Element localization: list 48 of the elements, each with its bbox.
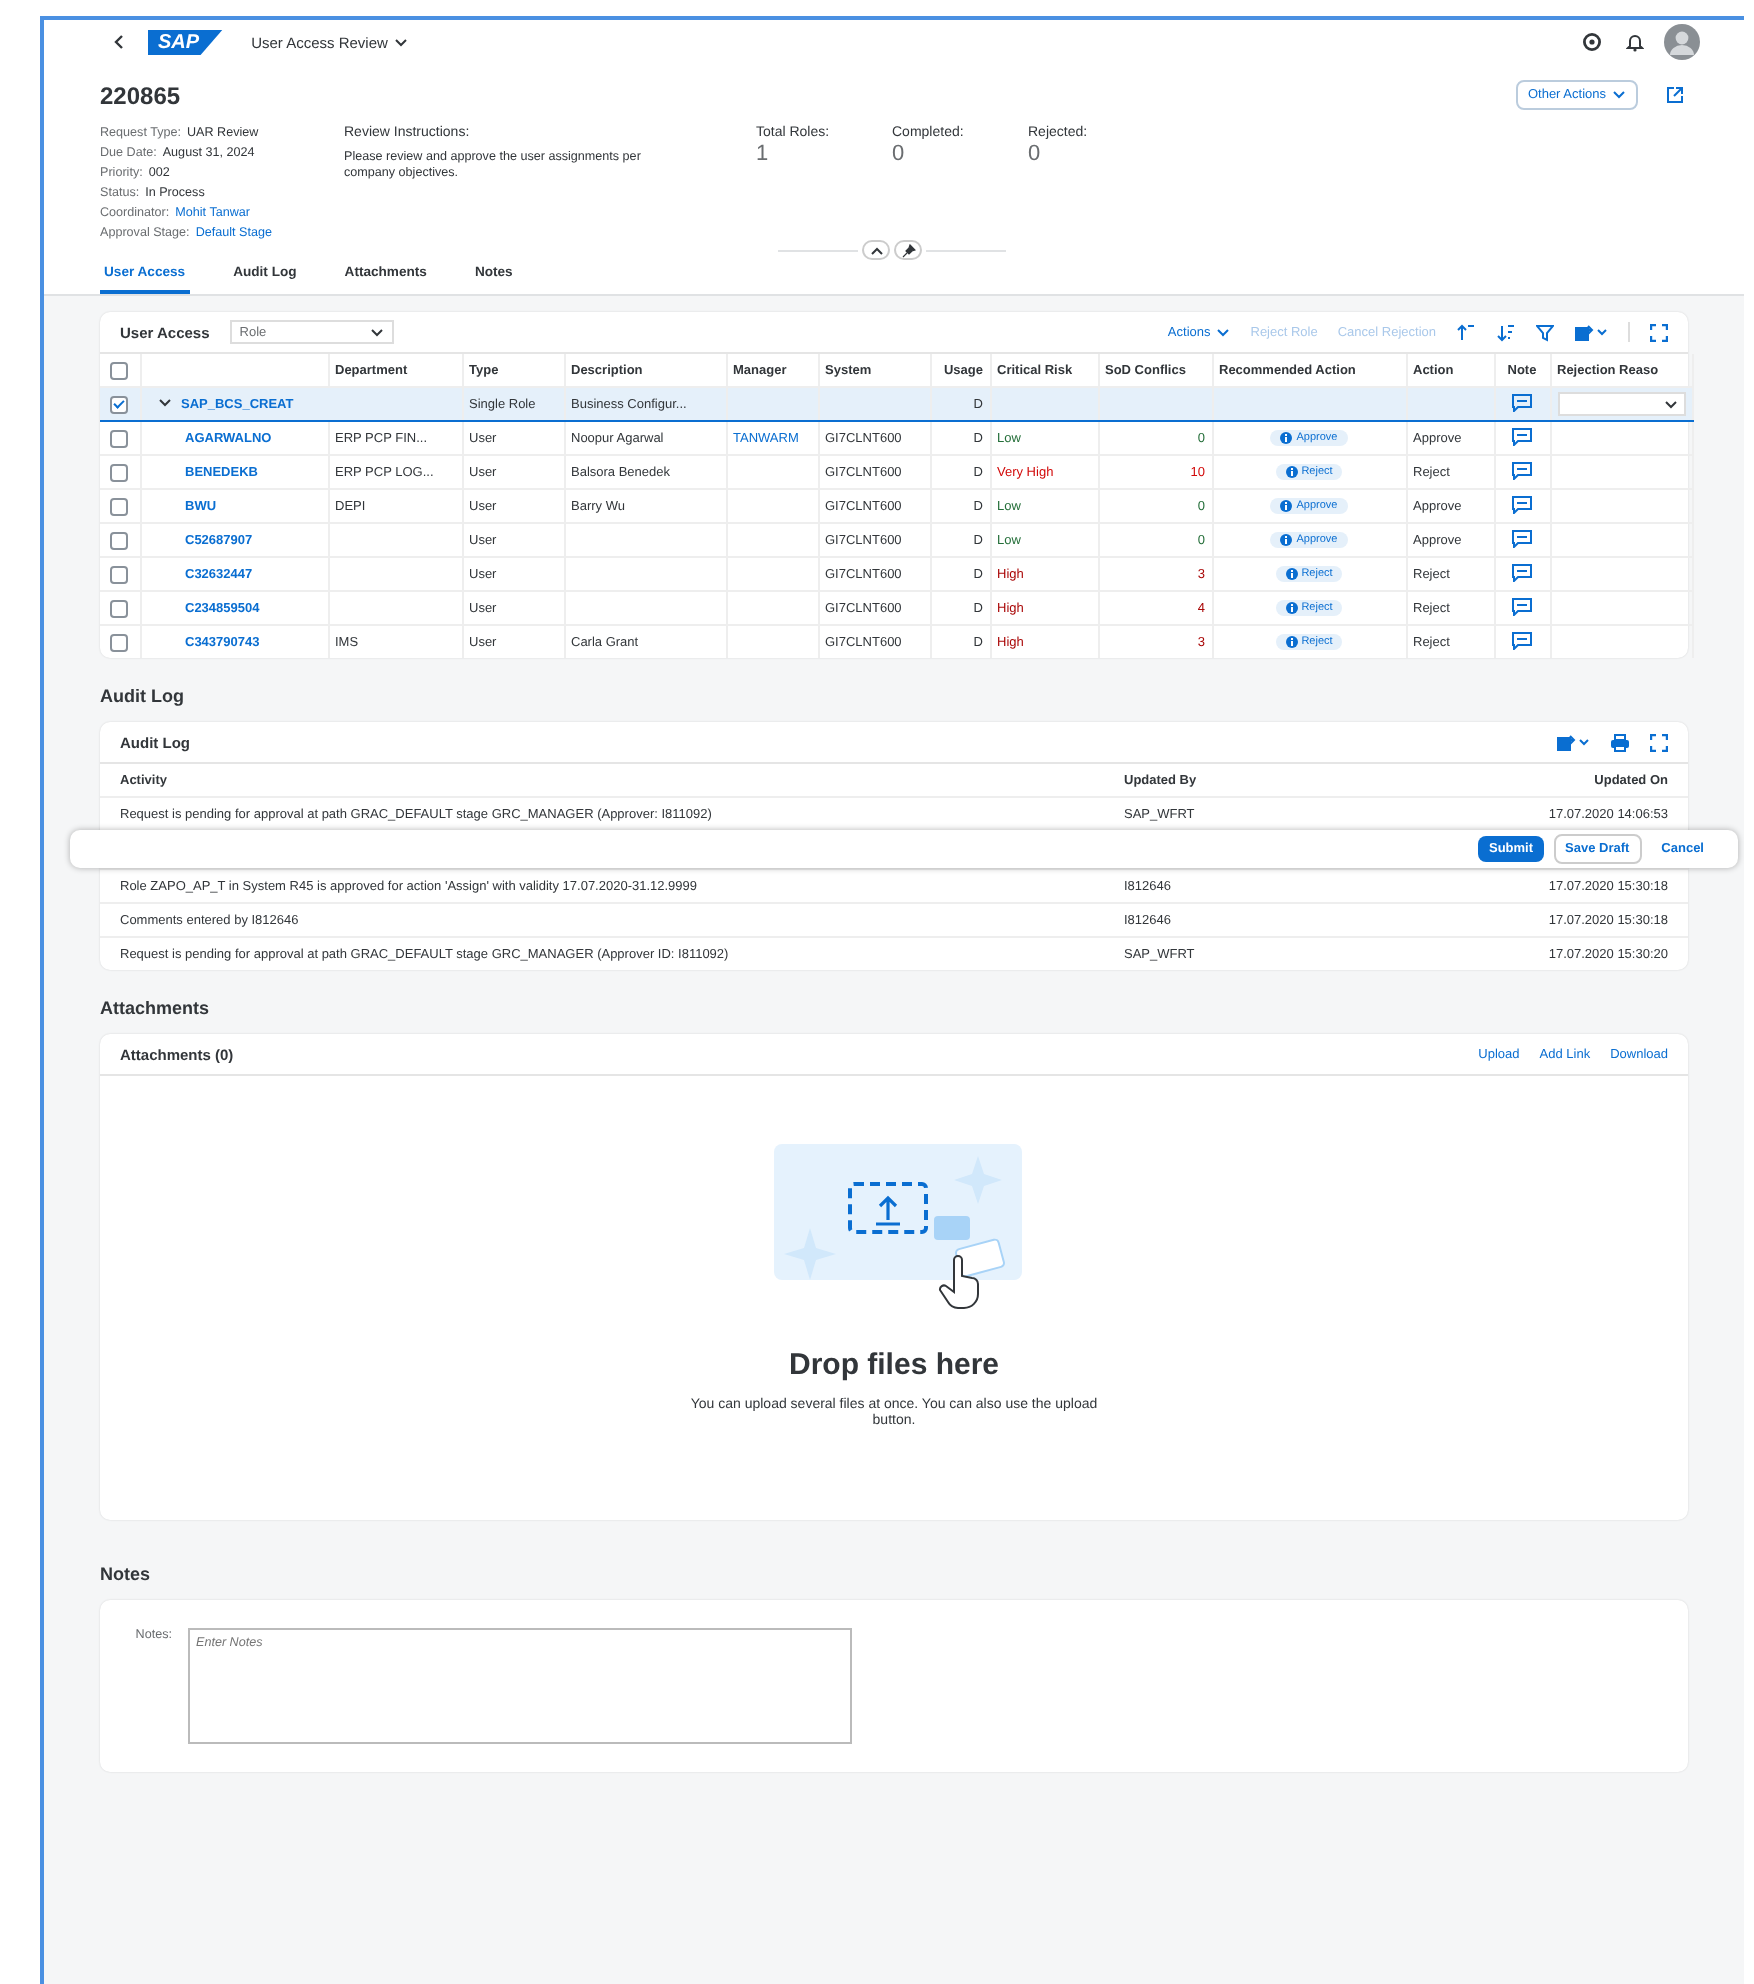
- row-checkbox[interactable]: [110, 531, 129, 549]
- kpi-value: 0: [1028, 142, 1043, 166]
- print-icon[interactable]: [1610, 733, 1630, 751]
- note-icon[interactable]: [1512, 393, 1532, 411]
- note-icon[interactable]: [1512, 529, 1532, 547]
- export-menu-icon[interactable]: [1556, 733, 1590, 751]
- note-icon[interactable]: [1512, 563, 1532, 581]
- caret-icon: [393, 37, 408, 47]
- caret-icon: [1663, 399, 1677, 409]
- note-icon[interactable]: [1512, 427, 1532, 445]
- note-icon[interactable]: [1512, 495, 1532, 513]
- collapse-header-button[interactable]: [862, 240, 890, 260]
- filter-icon[interactable]: [1536, 323, 1554, 341]
- user-avatar-icon[interactable]: [1664, 24, 1700, 60]
- back-icon[interactable]: [112, 34, 128, 50]
- sap-logo[interactable]: SAP: [148, 29, 224, 55]
- kpi-value: 0: [892, 142, 907, 166]
- note-icon[interactable]: [1512, 631, 1532, 649]
- fullscreen-icon[interactable]: [1650, 733, 1668, 751]
- export-menu-icon[interactable]: [1574, 323, 1608, 341]
- share-icon[interactable]: [1666, 86, 1684, 104]
- row-checkbox[interactable]: [110, 633, 129, 651]
- caret-icon: [369, 327, 384, 337]
- sort-descending-icon[interactable]: [1496, 323, 1516, 341]
- fullscreen-icon[interactable]: [1650, 323, 1668, 341]
- row-checkbox[interactable]: [110, 565, 129, 583]
- section-heading: Audit Log: [100, 684, 186, 710]
- settings-icon[interactable]: [1582, 32, 1602, 52]
- pin-header-button[interactable]: [894, 240, 922, 260]
- note-icon[interactable]: [1512, 461, 1532, 479]
- drop-files-title: Drop files here: [788, 1348, 1000, 1382]
- sort-ascending-icon[interactable]: [1456, 323, 1476, 341]
- kpi-value: 1: [756, 142, 771, 166]
- row-checkbox[interactable]: [110, 463, 129, 481]
- chevron-up-icon: [869, 245, 883, 255]
- notification-bell-icon[interactable]: [1626, 32, 1644, 52]
- section-heading: Attachments: [100, 996, 212, 1022]
- caret-icon: [1612, 90, 1626, 100]
- row-checkbox[interactable]: [110, 429, 129, 447]
- row-checkbox[interactable]: [110, 599, 129, 617]
- expand-caret-icon[interactable]: [157, 397, 171, 407]
- object-title: 220865: [100, 81, 181, 109]
- row-checkbox[interactable]: [110, 395, 129, 413]
- pin-icon: [901, 243, 915, 257]
- row-checkbox[interactable]: [110, 497, 129, 515]
- section-heading: Notes: [100, 1562, 153, 1588]
- note-icon[interactable]: [1512, 597, 1532, 615]
- select-all-checkbox[interactable]: [110, 361, 129, 379]
